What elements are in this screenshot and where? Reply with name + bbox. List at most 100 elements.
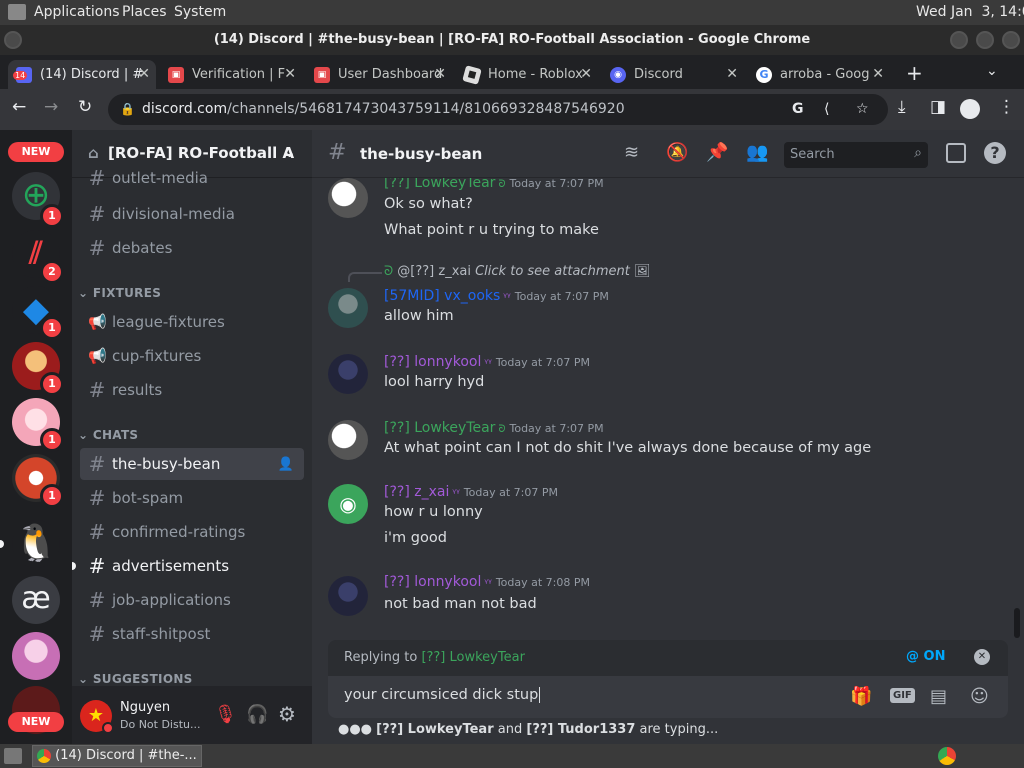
menu-places[interactable]: Places [122, 4, 167, 20]
forward-icon[interactable]: → [44, 97, 58, 117]
window-titlebar[interactable]: (14) Discord | #the-busy-bean | [RO-FA] … [0, 25, 1024, 55]
username[interactable]: Nguyen [120, 700, 170, 715]
reply-target[interactable]: [??] LowkeyTear [421, 650, 524, 665]
tab-close-icon[interactable]: ✕ [284, 66, 296, 82]
channel-advertisements[interactable]: # advertisements [80, 550, 304, 582]
discord-default-avatar-icon[interactable]: ◉ [328, 484, 368, 524]
side-panel-icon[interactable]: ◨ [930, 97, 946, 117]
show-desktop-icon[interactable] [4, 748, 22, 764]
tab-search-chevron-icon[interactable]: ⌄ [986, 63, 998, 79]
chrome-tray-icon[interactable] [938, 747, 956, 765]
tab-close-icon[interactable]: ✕ [872, 66, 884, 82]
clock[interactable]: Wed Jan 3, 14:08 [916, 4, 1024, 20]
avatar[interactable] [328, 288, 368, 328]
channel-league-fixtures[interactable]: 📢 league-fixtures [80, 306, 304, 338]
channel-bot-spam[interactable]: # bot-spam [80, 482, 304, 514]
emoji-icon[interactable]: ☺ [970, 686, 989, 707]
app-menu-icon[interactable] [8, 4, 26, 20]
message-author[interactable]: [??] lonnykool [384, 574, 481, 590]
cancel-reply-icon[interactable]: ✕ [974, 649, 990, 665]
channel-cup-fixtures[interactable]: 📢 cup-fixtures [80, 340, 304, 372]
message-timestamp: Today at 7:07 PM [495, 356, 590, 369]
window-menu-button[interactable] [4, 31, 22, 49]
message-author[interactable]: [57MID] vx_ooks [384, 288, 500, 304]
new-tab-icon[interactable]: + [906, 61, 923, 85]
scrollbar-thumb[interactable] [1014, 608, 1020, 638]
tab-google-arroba[interactable]: G arroba - Goog ✕ [748, 60, 890, 89]
menu-system[interactable]: System [174, 4, 226, 20]
back-icon[interactable]: ← [12, 97, 26, 117]
help-icon[interactable]: ? [984, 142, 1006, 164]
new-badge: NEW [8, 142, 64, 162]
bookmark-star-icon[interactable]: ☆ [856, 94, 869, 125]
headphones-icon[interactable]: 🎧 [246, 704, 268, 725]
hash-icon: # [88, 236, 106, 260]
search-input[interactable]: Search ⌕ [784, 142, 928, 168]
inbox-icon[interactable] [946, 143, 966, 163]
message-text: i'm good [384, 530, 447, 546]
avatar[interactable] [328, 354, 368, 394]
address-bar[interactable]: 🔒 discord.com/channels/54681747304375911… [108, 94, 888, 125]
channel-job-applications[interactable]: # job-applications [80, 584, 304, 616]
channel-debates[interactable]: # debates [80, 232, 304, 264]
message-author[interactable]: [??] LowkeyTear [384, 420, 495, 436]
roblox-bot-icon: ▣ [314, 66, 330, 83]
avatar[interactable] [328, 576, 368, 616]
member-list-icon[interactable]: 👥 [746, 142, 768, 163]
channel-outlet-media[interactable]: # outlet-media [80, 166, 304, 190]
create-invite-icon[interactable]: 👤 [278, 457, 294, 472]
unread-badge: 1 [40, 316, 64, 340]
download-icon[interactable]: ⤓ [898, 97, 906, 117]
tab-verification[interactable]: ▣ Verification | F ✕ [160, 60, 302, 89]
google-lens-icon[interactable]: G [792, 94, 804, 125]
avatar[interactable] [328, 178, 368, 218]
menu-applications[interactable]: Applications [34, 4, 120, 20]
tab-discord-active[interactable]: 14 (14) Discord | # ✕ [8, 60, 156, 89]
mention-toggle[interactable]: @ ON [906, 649, 945, 664]
sticker-icon[interactable]: ▤ [930, 686, 947, 707]
reload-icon[interactable]: ↻ [78, 97, 92, 117]
notification-muted-icon[interactable]: 🔕 [666, 142, 688, 163]
pin-icon[interactable]: 📌 [706, 142, 728, 163]
tab-roblox-home[interactable]: ■ Home - Roblox ✕ [456, 60, 598, 89]
google-icon: G [756, 66, 772, 83]
settings-gear-icon[interactable]: ⚙ [278, 702, 296, 726]
message-author[interactable]: [??] z_xai [384, 484, 449, 500]
channel-staff-shitpost[interactable]: # staff-shitpost [80, 618, 304, 650]
more-menu-icon[interactable]: ⋮ [998, 97, 1015, 117]
category-suggestions[interactable]: ⌄ SUGGESTIONS [78, 672, 193, 686]
tab-discord[interactable]: ◉ Discord ✕ [602, 60, 744, 89]
tab-close-icon[interactable]: ✕ [138, 66, 150, 82]
profile-icon[interactable] [960, 99, 980, 119]
category-fixtures[interactable]: ⌄ FIXTURES [78, 286, 161, 300]
tab-close-icon[interactable]: ✕ [726, 66, 738, 82]
share-icon[interactable]: ⟨ [824, 94, 829, 125]
server-icon-ae[interactable]: æ [12, 576, 60, 624]
avatar[interactable] [328, 420, 368, 460]
linux-tux-icon[interactable]: 🐧 [12, 520, 60, 568]
threads-icon[interactable]: ≋ [624, 142, 639, 163]
gift-icon[interactable]: 🎁 [850, 686, 872, 707]
mic-muted-icon[interactable]: 🎙 [214, 704, 237, 725]
close-window-button[interactable] [1002, 31, 1020, 49]
message-input[interactable]: your circumsiced dick stup 🎁 GIF ▤ ☺ [328, 676, 1008, 718]
reply-reference[interactable]: ᘐ @[??] z_xai Click to see attachment 🖼 [384, 264, 650, 279]
channel-the-busy-bean[interactable]: # the-busy-bean 👤 [80, 448, 304, 480]
taskbar-window-button[interactable]: (14) Discord | #the-... [32, 745, 202, 767]
channel-results[interactable]: # results [80, 374, 304, 406]
message-author[interactable]: [??] LowkeyTear [384, 178, 495, 191]
minimize-button[interactable] [950, 31, 968, 49]
channel-title: the-busy-bean [360, 145, 483, 163]
lock-icon[interactable]: 🔒 [120, 94, 135, 125]
tab-close-icon[interactable]: ✕ [434, 66, 446, 82]
message-author[interactable]: [??] lonnykool [384, 354, 481, 370]
gif-icon[interactable]: GIF [890, 688, 915, 703]
tab-user-dashboard[interactable]: ▣ User Dashboard ✕ [306, 60, 452, 89]
server-icon-voice[interactable] [12, 632, 60, 680]
maximize-button[interactable] [976, 31, 994, 49]
tab-close-icon[interactable]: ✕ [580, 66, 592, 82]
channel-divisional-media[interactable]: # divisional-media [80, 198, 304, 230]
channel-confirmed-ratings[interactable]: # confirmed-ratings [80, 516, 304, 548]
chevron-down-icon[interactable]: ⌄ [283, 143, 296, 161]
category-chats[interactable]: ⌄ CHATS [78, 428, 138, 442]
